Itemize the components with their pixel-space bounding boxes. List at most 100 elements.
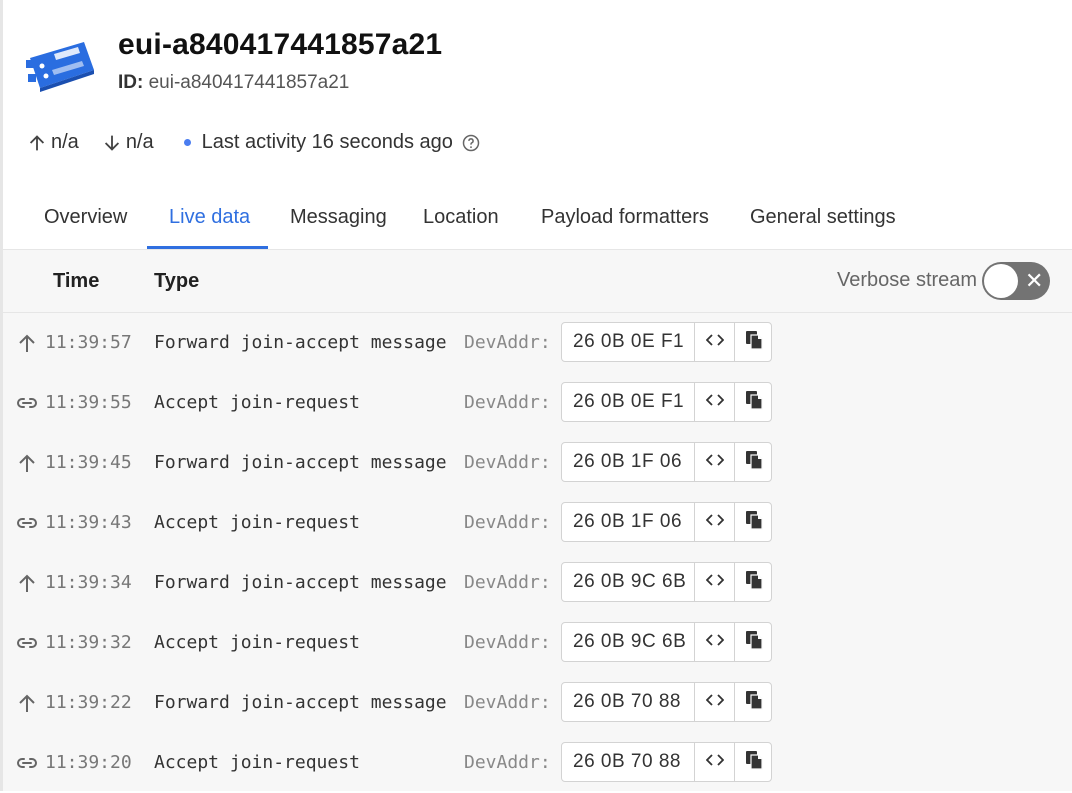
column-type: Type (154, 270, 200, 292)
live-data-header: Time Type Verbose stream ✕ (3, 250, 1072, 313)
event-type: Accept join-request (154, 512, 360, 533)
uplink-stat: n/a (26, 131, 79, 154)
copy-icon (745, 510, 763, 535)
event-row[interactable]: 11:39:55 Accept join-request DevAddr: 26 0B… (3, 373, 1072, 433)
help-icon[interactable] (461, 133, 481, 153)
event-time: 11:39:20 (45, 752, 132, 773)
devaddr-value: 26 0B 1F 06 (573, 451, 683, 472)
copy-button[interactable] (734, 503, 773, 541)
event-row[interactable]: 11:39:34 Forward join-accept message DevAd… (3, 553, 1072, 613)
devaddr-value: 26 0B 1F 06 (573, 511, 683, 532)
toggle-format-button[interactable] (694, 563, 735, 601)
copy-button[interactable] (734, 323, 773, 361)
last-activity: Last activity 16 seconds ago (201, 131, 453, 153)
link-icon (15, 391, 39, 415)
arrow-up-icon (15, 571, 39, 595)
copy-icon (745, 690, 763, 715)
link-icon (15, 511, 39, 535)
close-icon: ✕ (1025, 268, 1044, 293)
copy-button[interactable] (734, 383, 773, 421)
devaddr-value: 26 0B 70 88 (573, 751, 681, 772)
copy-icon (745, 570, 763, 595)
devaddr-label: DevAddr: (464, 452, 551, 473)
event-row[interactable]: 11:39:43 Accept join-request DevAddr: 26 0B… (3, 493, 1072, 553)
event-row[interactable]: 11:39:20 Accept join-request DevAddr: 26 0B… (3, 733, 1072, 793)
devaddr-label: DevAddr: (464, 632, 551, 653)
code-icon (705, 693, 725, 712)
toggle-format-button[interactable] (694, 623, 735, 661)
verbose-stream-label: Verbose stream (837, 269, 978, 291)
device-title: eui-a840417441857a21 (118, 28, 443, 61)
devaddr-label: DevAddr: (464, 692, 551, 713)
downlink-value: n/a (125, 131, 154, 153)
device-id-label: ID: (118, 72, 144, 93)
tab-payload-formatters[interactable]: Payload formatters (541, 206, 709, 229)
devaddr-box: 26 0B 1F 06 (561, 442, 772, 482)
event-row[interactable]: 11:39:45 Forward join-accept message DevAd… (3, 433, 1072, 493)
copy-button[interactable] (734, 743, 773, 781)
tab-location[interactable]: Location (423, 206, 499, 229)
tab-bar: Overview Live data Messaging Location Pa… (0, 192, 1072, 250)
activity-dot (183, 139, 191, 146)
event-time: 11:39:22 (45, 692, 132, 713)
device-id: ID: eui-a840417441857a21 (118, 72, 349, 94)
code-icon (705, 393, 725, 412)
event-type: Accept join-request (154, 632, 360, 653)
copy-icon (745, 630, 763, 655)
tab-messaging[interactable]: Messaging (290, 206, 387, 229)
verbose-stream-toggle[interactable]: ✕ (982, 262, 1050, 300)
event-type: Forward join-accept message (154, 452, 447, 473)
devaddr-box: 26 0B 0E F1 (561, 382, 772, 422)
event-type: Accept join-request (154, 392, 360, 413)
devaddr-box: 26 0B 1F 06 (561, 502, 772, 542)
toggle-format-button[interactable] (694, 503, 735, 541)
event-type: Accept join-request (154, 752, 360, 773)
device-icon (26, 42, 94, 92)
toggle-format-button[interactable] (694, 443, 735, 481)
tab-overview[interactable]: Overview (44, 206, 127, 229)
event-row[interactable]: 11:39:32 Accept join-request DevAddr: 26 0B… (3, 613, 1072, 673)
copy-button[interactable] (734, 623, 773, 661)
event-time: 11:39:34 (45, 572, 132, 593)
event-time: 11:39:45 (45, 452, 132, 473)
copy-icon (745, 750, 763, 775)
devaddr-value: 26 0B 0E F1 (573, 391, 685, 412)
link-icon (15, 751, 39, 775)
arrow-down-icon (104, 135, 119, 151)
code-icon (705, 573, 725, 592)
event-list: 11:39:57 Forward join-accept message DevAd… (3, 313, 1072, 791)
arrow-up-icon (15, 451, 39, 475)
arrow-up-icon (15, 691, 39, 715)
toggle-format-button[interactable] (694, 743, 735, 781)
code-icon (705, 453, 725, 472)
link-icon (15, 631, 39, 655)
copy-button[interactable] (734, 443, 773, 481)
event-time: 11:39:32 (45, 632, 132, 653)
event-row[interactable]: 11:39:22 Forward join-accept message DevAd… (3, 673, 1072, 733)
event-row[interactable]: 11:39:57 Forward join-accept message DevAd… (3, 313, 1072, 373)
toggle-format-button[interactable] (694, 323, 735, 361)
devaddr-label: DevAddr: (464, 572, 551, 593)
toggle-format-button[interactable] (694, 683, 735, 721)
devaddr-box: 26 0B 9C 6B (561, 562, 772, 602)
code-icon (705, 753, 725, 772)
downlink-stat: n/a (101, 131, 154, 154)
event-type: Forward join-accept message (154, 692, 447, 713)
event-type: Forward join-accept message (154, 332, 447, 353)
devaddr-label: DevAddr: (464, 392, 551, 413)
tab-general-settings[interactable]: General settings (750, 206, 896, 229)
devaddr-label: DevAddr: (464, 332, 551, 353)
copy-button[interactable] (734, 563, 773, 601)
event-time: 11:39:57 (45, 332, 132, 353)
devaddr-box: 26 0B 0E F1 (561, 322, 772, 362)
tab-live-data[interactable]: Live data (169, 206, 250, 229)
devaddr-label: DevAddr: (464, 752, 551, 773)
devaddr-value: 26 0B 70 88 (573, 691, 681, 712)
toggle-knob (984, 264, 1018, 298)
active-tab-indicator (147, 246, 268, 249)
toggle-format-button[interactable] (694, 383, 735, 421)
devaddr-box: 26 0B 70 88 (561, 742, 772, 782)
devaddr-box: 26 0B 9C 6B (561, 622, 772, 662)
copy-button[interactable] (734, 683, 773, 721)
event-time: 11:39:43 (45, 512, 132, 533)
